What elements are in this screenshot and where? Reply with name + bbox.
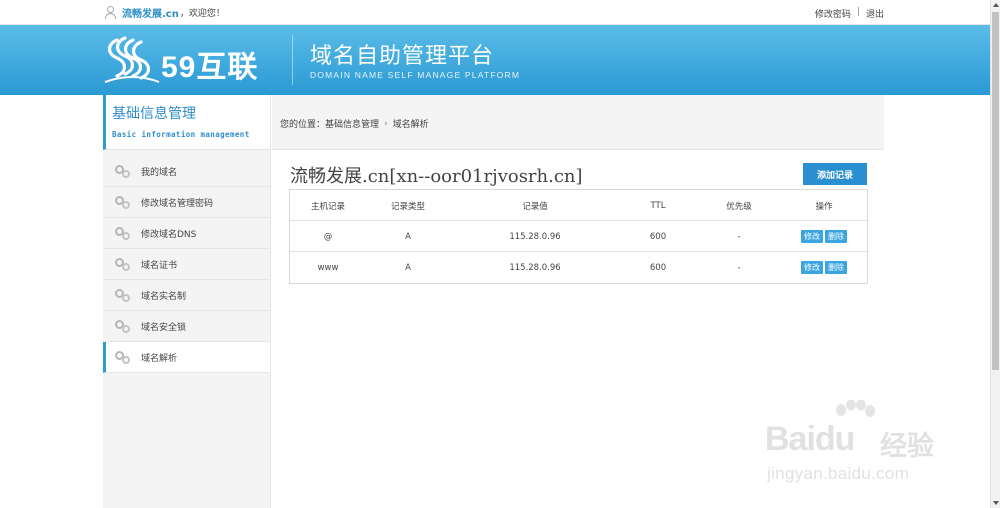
gear-icon — [115, 319, 131, 333]
logo-text: 59互联 — [161, 51, 259, 84]
edit-record-button[interactable]: 修改 — [801, 261, 823, 274]
gear-icon — [115, 288, 131, 302]
sidebar-item-label: 域名安全锁 — [141, 322, 187, 333]
vertical-scrollbar[interactable] — [990, 0, 1000, 508]
header-ttl: TTL — [650, 200, 666, 211]
gear-icon — [115, 350, 131, 364]
sidebar-item-change-password[interactable]: 修改域名管理密码 — [103, 187, 270, 218]
breadcrumb-level1[interactable]: 基础信息管理 — [325, 117, 379, 130]
table-row: @ A 115.28.0.96 600 - 修改 删除 — [290, 221, 867, 252]
top-bar: 流畅发展.cn ，欢迎您！ 修改密码 | 退出 — [0, 0, 990, 25]
dns-records-table: 主机记录 记录类型 记录值 TTL 优先级 操作 @ A 115.28.0.96… — [289, 189, 868, 284]
cell-ttl: 600 — [649, 231, 667, 242]
welcome-text: ，欢迎您！ — [179, 9, 225, 19]
gear-icon — [115, 164, 131, 178]
watermark-brand-cn: 经验 — [880, 431, 934, 462]
chevron-right-icon: › — [384, 118, 388, 129]
cell-type: A — [405, 262, 411, 273]
scroll-thumb[interactable] — [992, 12, 999, 370]
sidebar-item-security-lock[interactable]: 域名安全锁 — [103, 311, 270, 342]
cell-actions: 修改 删除 — [782, 221, 866, 252]
scroll-up-icon[interactable] — [993, 3, 999, 7]
cell-priority: - — [737, 262, 741, 273]
site-header: 59互联 域名自助管理平台 DOMAIN NAME SELF MANAGE PL… — [0, 25, 990, 95]
delete-record-button[interactable]: 删除 — [825, 230, 847, 243]
cell-value: 115.28.0.96 — [509, 231, 561, 242]
cell-host: @ — [323, 231, 333, 242]
sidebar: 基础信息管理 Basic information management 我的域名… — [103, 95, 271, 508]
logo-mark-icon — [104, 36, 160, 83]
cell-value: 115.28.0.96 — [509, 262, 561, 273]
sidebar-item-label: 修改域名DNS — [141, 229, 197, 240]
platform-title: 域名自助管理平台 — [310, 44, 495, 69]
header-host: 主机记录 — [310, 201, 345, 212]
header-priority: 优先级 — [726, 201, 752, 212]
change-password-link[interactable]: 修改密码 — [815, 7, 851, 20]
sidebar-header: 基础信息管理 Basic information management — [103, 95, 270, 150]
sidebar-item-certificate[interactable]: 域名证书 — [103, 249, 270, 280]
watermark-brand: Baidu — [765, 420, 855, 458]
scroll-down-icon[interactable] — [993, 501, 999, 505]
gear-icon — [115, 195, 131, 209]
sidebar-item-label: 域名证书 — [141, 260, 178, 271]
header-type: 记录类型 — [390, 201, 425, 212]
logout-link[interactable]: 退出 — [866, 7, 884, 20]
sidebar-item-label: 我的域名 — [141, 167, 178, 178]
user-icon — [104, 6, 117, 19]
cell-host: www — [317, 262, 339, 273]
edit-record-button[interactable]: 修改 — [801, 230, 823, 243]
domain-title: 流畅发展.cn[xn--oor01rjvosrh.cn] — [290, 166, 583, 187]
breadcrumb-level2: 域名解析 — [392, 120, 429, 130]
sidebar-item-label: 修改域名管理密码 — [141, 198, 214, 209]
watermark-url: jingyan.baidu.com — [767, 464, 910, 483]
breadcrumb-prefix: 您的位置： — [280, 120, 326, 130]
logo[interactable]: 59互联 — [103, 32, 283, 88]
sidebar-item-real-name[interactable]: 域名实名制 — [103, 280, 270, 311]
header-divider — [292, 35, 293, 85]
platform-subtitle: DOMAIN NAME SELF MANAGE PLATFORM — [310, 70, 521, 80]
sidebar-subtitle: Basic information management — [112, 130, 250, 139]
link-separator: | — [856, 7, 860, 17]
username-link[interactable]: 流畅发展.cn — [122, 5, 179, 20]
cell-type: A — [405, 231, 411, 242]
gear-icon — [115, 257, 131, 271]
sidebar-title: 基础信息管理 — [112, 106, 196, 122]
sidebar-item-dns-resolution[interactable]: 域名解析 — [103, 342, 270, 373]
table-row: www A 115.28.0.96 600 - 修改 删除 — [290, 252, 867, 283]
user-greeting: 流畅发展.cn ，欢迎您！ — [104, 5, 225, 20]
sidebar-item-label: 域名实名制 — [141, 291, 187, 302]
header-value: 记录值 — [522, 201, 548, 212]
add-record-button[interactable]: 添加记录 — [803, 163, 867, 185]
sidebar-item-change-dns[interactable]: 修改域名DNS — [103, 218, 270, 249]
cell-priority: - — [737, 231, 741, 242]
breadcrumb: 您的位置： 基础信息管理 › 域名解析 — [280, 117, 429, 131]
top-links: 修改密码 | 退出 — [815, 7, 884, 20]
cell-ttl: 600 — [649, 262, 667, 273]
sidebar-item-label: 域名解析 — [141, 353, 178, 364]
header-actions: 操作 — [815, 201, 833, 212]
table-header-row: 主机记录 记录类型 记录值 TTL 优先级 操作 — [290, 190, 867, 221]
baidu-jingyan-watermark: Baidu 经验 jingyan.baidu.com — [765, 400, 955, 490]
gear-icon — [115, 226, 131, 240]
cell-actions: 修改 删除 — [782, 252, 866, 283]
delete-record-button[interactable]: 删除 — [825, 261, 847, 274]
sidebar-menu: 我的域名 修改域名管理密码 修改域名DNS 域名证书 域名实名制 域名安全锁 域… — [103, 156, 270, 373]
breadcrumb-bar: 您的位置： 基础信息管理 › 域名解析 — [272, 95, 884, 150]
sidebar-item-my-domains[interactable]: 我的域名 — [103, 156, 270, 187]
